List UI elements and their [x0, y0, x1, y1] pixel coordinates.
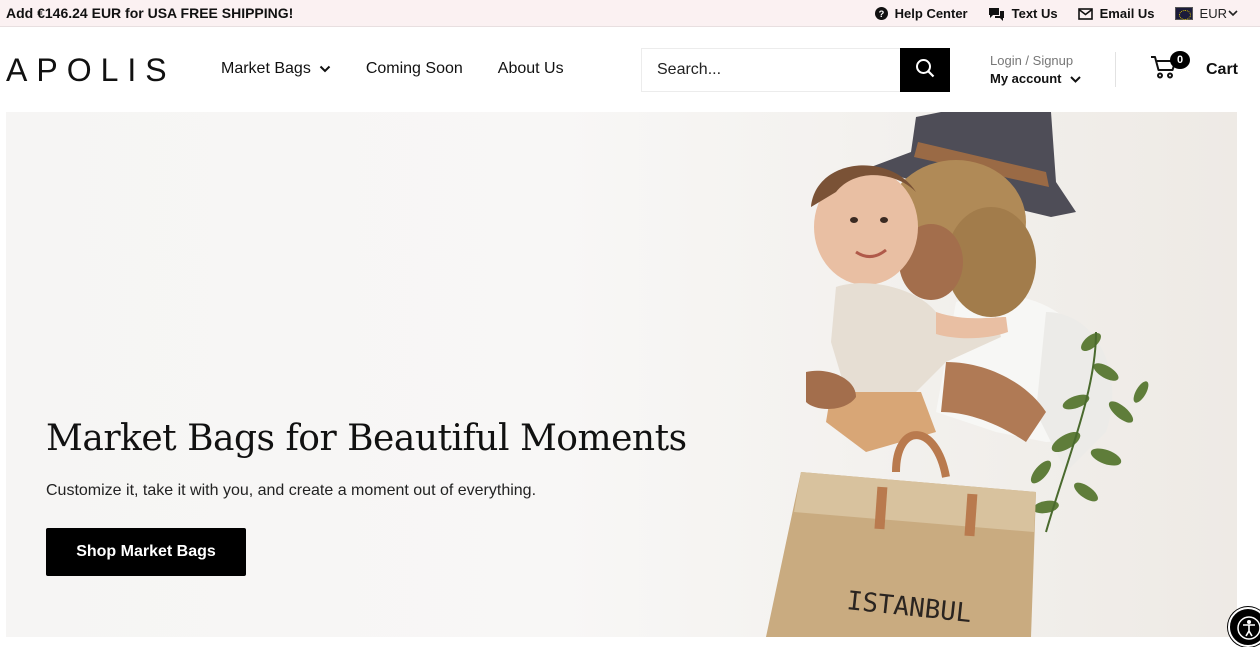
search-bar	[641, 48, 950, 92]
main-nav: Market Bags Coming Soon About Us	[221, 60, 564, 78]
eu-flag-icon	[1174, 7, 1193, 20]
nav-market-bags-label: Market Bags	[221, 60, 311, 77]
hero-title: Market Bags for Beautiful Moments	[46, 418, 687, 459]
nav-coming-soon[interactable]: Coming Soon	[366, 60, 463, 78]
chevron-down-icon	[1069, 70, 1081, 88]
email-icon	[1077, 7, 1093, 20]
text-us-label: Text Us	[1011, 6, 1058, 21]
hero-subtitle: Customize it, take it with you, and crea…	[46, 482, 537, 499]
login-signup-link[interactable]: Login / Signup	[990, 52, 1081, 70]
help-icon: ?	[874, 7, 888, 20]
cart-label: Cart	[1206, 60, 1239, 78]
currency-selector[interactable]: EUR	[1174, 6, 1238, 21]
utility-links: ? Help Center Text Us Email Us EUR	[874, 0, 1238, 27]
svg-text:?: ?	[878, 9, 884, 19]
site-header: APOLIS Market Bags Coming Soon About Us …	[0, 28, 1260, 112]
cart-button[interactable]: 0 Cart	[1150, 51, 1239, 85]
search-button[interactable]	[900, 48, 950, 92]
search-input[interactable]	[642, 49, 900, 91]
email-us-label: Email Us	[1099, 6, 1155, 21]
chevron-down-icon	[1228, 10, 1238, 17]
currency-label: EUR	[1199, 6, 1227, 21]
my-account-label: My account	[990, 71, 1062, 86]
help-center-link[interactable]: ? Help Center	[874, 6, 968, 21]
chevron-down-icon	[319, 60, 331, 78]
nav-coming-soon-label: Coming Soon	[365, 60, 463, 77]
help-center-label: Help Center	[894, 6, 968, 21]
nav-about-us[interactable]: About Us	[498, 60, 564, 78]
header-divider	[1115, 52, 1116, 87]
apolis-logo[interactable]: APOLIS	[6, 52, 176, 89]
shop-market-bags-button[interactable]: Shop Market Bags	[46, 528, 246, 576]
announcement-bar: Add €146.24 EUR for USA FREE SHIPPING! ?…	[0, 0, 1260, 27]
nav-about-us-label: About Us	[497, 60, 564, 77]
account-menu: Login / Signup My account	[990, 52, 1081, 88]
nav-market-bags[interactable]: Market Bags	[221, 60, 331, 78]
accessibility-widget-button[interactable]	[1228, 607, 1260, 647]
my-account-dropdown[interactable]: My account	[990, 70, 1081, 88]
email-us-link[interactable]: Email Us	[1077, 6, 1155, 21]
hero-photo-mother-child-market-bag: ISTANBUL	[766, 112, 1149, 637]
chat-icon	[988, 7, 1005, 21]
search-icon	[915, 58, 935, 83]
text-us-link[interactable]: Text Us	[988, 6, 1058, 21]
hero-banner: ISTANBUL Market Bags for Beautiful Momen…	[6, 112, 1237, 637]
free-shipping-promo: Add €146.24 EUR for USA FREE SHIPPING!	[6, 5, 294, 21]
cart-count-badge: 0	[1170, 51, 1190, 69]
